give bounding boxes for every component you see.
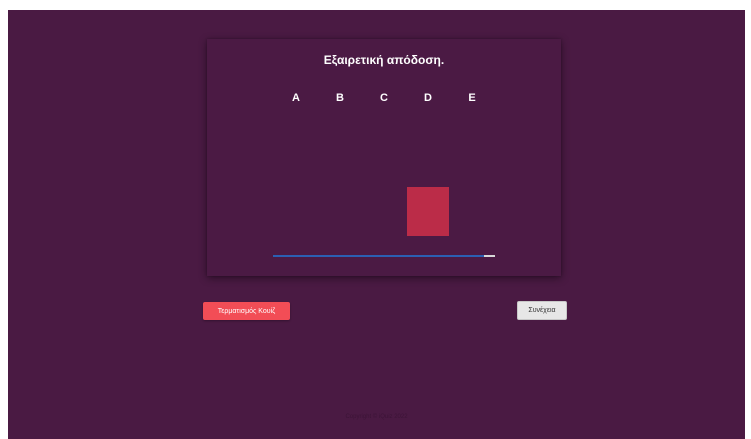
selected-answer-marker: [407, 187, 449, 236]
quit-quiz-button[interactable]: Τερματισμός Κουίζ: [203, 302, 290, 320]
result-title: Εξαιρετική απόδοση.: [323, 53, 445, 67]
option-e-label: E: [468, 92, 476, 104]
option-d-label: D: [424, 92, 432, 104]
progress-bar: [273, 255, 495, 257]
option-b-label: B: [336, 92, 344, 104]
option-c-label: C: [380, 92, 388, 104]
quiz-result-card: Εξαιρετική απόδοση. A B C D E: [207, 39, 561, 276]
copyright-footer: Copyright © iQuiz 2022: [345, 414, 408, 420]
option-a-label: A: [292, 92, 300, 104]
progress-bar-fill: [273, 255, 484, 257]
continue-button[interactable]: Συνέχεια: [517, 301, 567, 320]
quiz-page: Εξαιρετική απόδοση. A B C D E Τερματισμό…: [8, 10, 745, 439]
